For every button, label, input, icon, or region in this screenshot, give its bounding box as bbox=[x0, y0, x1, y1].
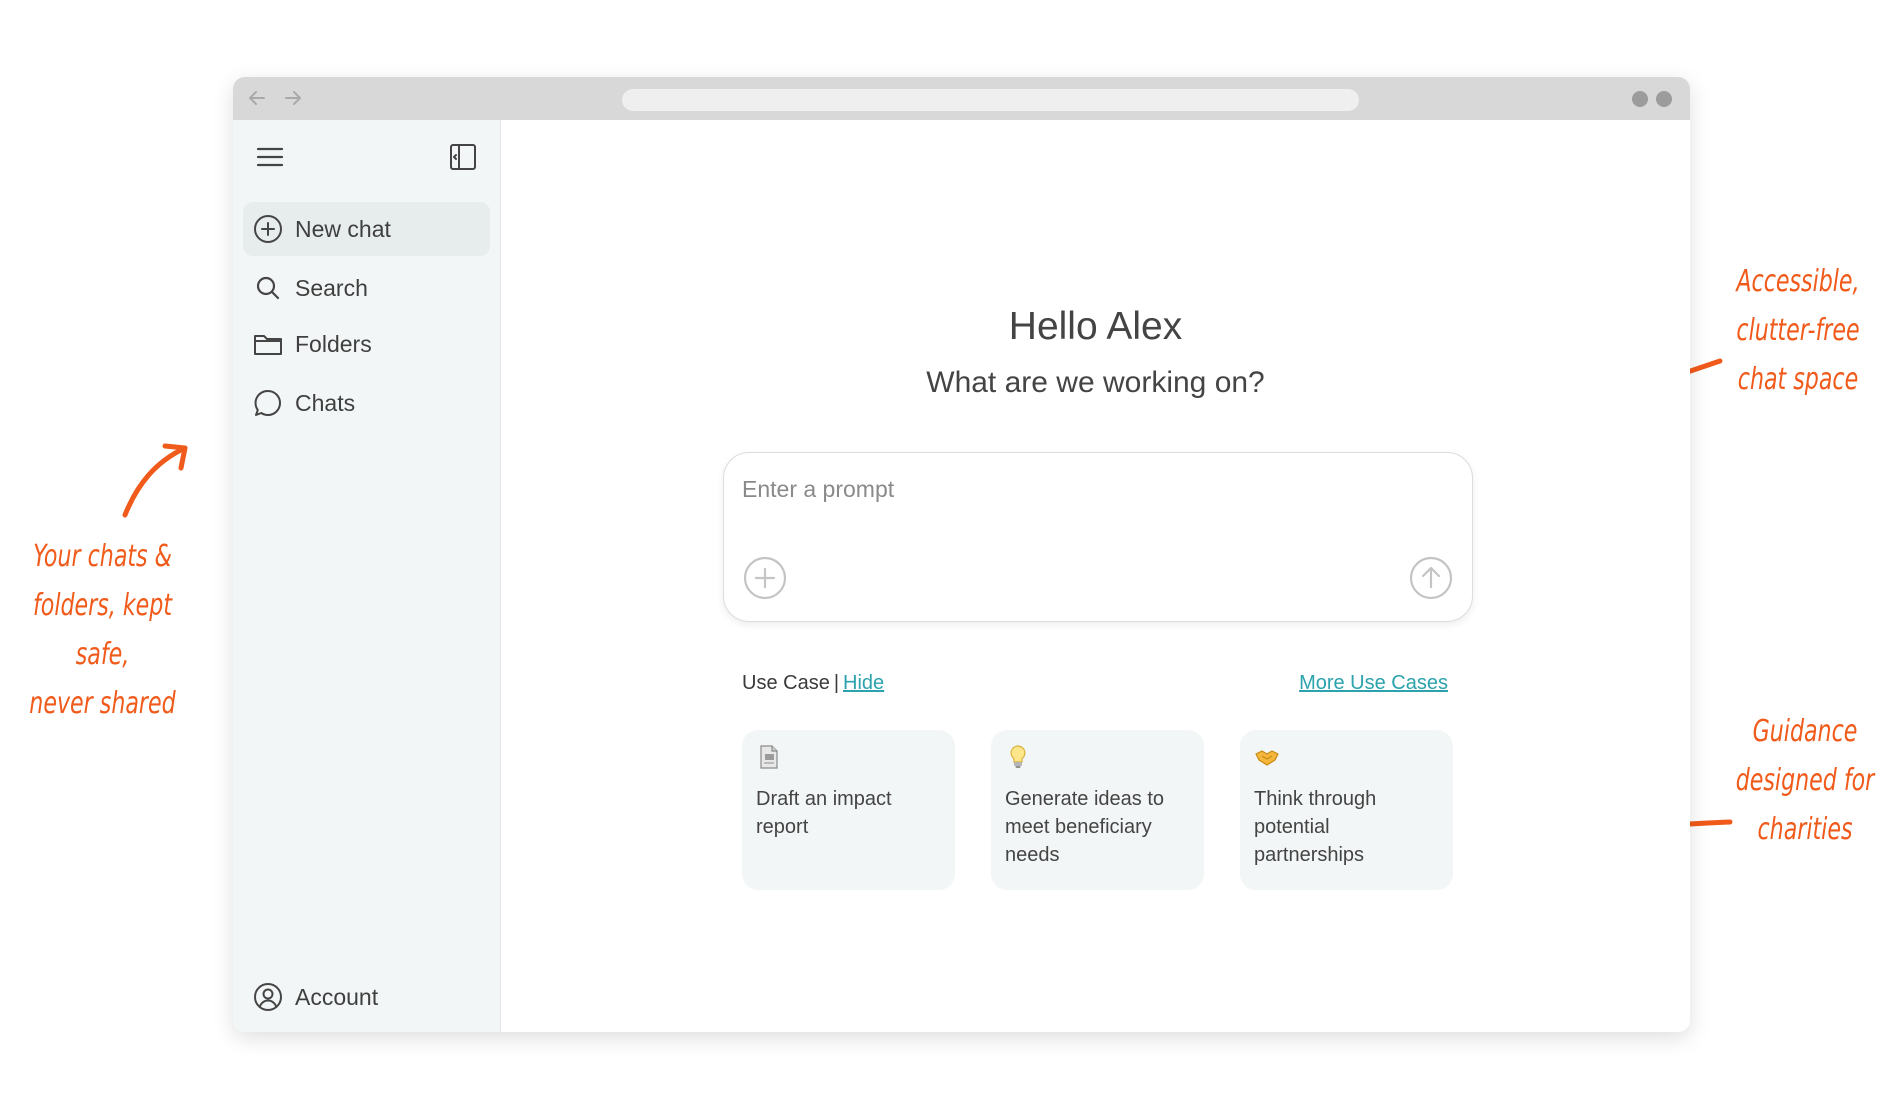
annotation-right-bottom-line-2: designed for bbox=[1735, 763, 1875, 798]
sidebar-item-label: Search bbox=[295, 274, 368, 301]
annotation-left-line-1: Your chats & bbox=[33, 539, 172, 574]
greeting-title: Hello Alex bbox=[1008, 305, 1183, 348]
greeting-subtitle: What are we working on? bbox=[926, 366, 1265, 399]
card-label: Think through potential partnerships bbox=[1254, 788, 1377, 866]
browser-toolbar bbox=[233, 77, 1690, 120]
annotation-right-bottom: Guidance designed for charities bbox=[1735, 707, 1875, 854]
handshake-emoji-icon bbox=[1255, 750, 1279, 766]
app-layout: New chat Search Folders Chats Account He… bbox=[233, 120, 1690, 1032]
lightbulb-emoji-icon bbox=[1010, 745, 1026, 768]
folder-icon bbox=[254, 335, 282, 355]
main-content: Hello Alex What are we working on? Use C… bbox=[501, 120, 1690, 1032]
sidebar-item-chats[interactable]: Chats bbox=[243, 376, 490, 430]
use-case-card-generate-ideas[interactable]: Generate ideas to meet beneficiary needs bbox=[991, 730, 1204, 890]
annotation-left: Your chats & folders, kept safe, never s… bbox=[18, 532, 186, 728]
use-case-label: Use Case bbox=[742, 672, 830, 694]
annotation-right-top-line-1: Accessible, bbox=[1736, 264, 1860, 299]
card-label: Draft an impact report bbox=[756, 788, 892, 838]
sidebar-collapse-icon[interactable] bbox=[448, 142, 478, 172]
add-attachment-icon[interactable] bbox=[742, 555, 788, 601]
address-bar[interactable] bbox=[622, 89, 1359, 111]
annotation-right-top-line-2: clutter-free bbox=[1736, 313, 1860, 348]
separator: | bbox=[833, 672, 840, 694]
annotation-right-top: Accessible, clutter-free chat space bbox=[1728, 257, 1867, 404]
back-arrow-icon[interactable] bbox=[245, 86, 269, 110]
card-label: Generate ideas to meet beneficiary needs bbox=[1005, 788, 1164, 866]
send-arrow-icon[interactable] bbox=[1408, 555, 1454, 601]
sidebar-item-label: Chats bbox=[295, 389, 356, 416]
prompt-input[interactable] bbox=[742, 469, 1442, 509]
hamburger-menu-icon[interactable] bbox=[255, 142, 285, 172]
document-emoji-icon bbox=[760, 745, 778, 769]
sidebar-item-label: Folders bbox=[295, 330, 372, 357]
use-case-cards: Draft an impact report Generate ideas to… bbox=[742, 730, 1453, 890]
sidebar-item-label: New chat bbox=[295, 215, 391, 242]
annotation-left-line-2: folders, kept safe, bbox=[33, 588, 172, 672]
more-use-cases-link[interactable]: More Use Cases bbox=[1299, 672, 1448, 695]
plus-circle-icon bbox=[254, 215, 282, 243]
browser-window: New chat Search Folders Chats Account He… bbox=[233, 77, 1690, 1032]
user-circle-icon bbox=[254, 983, 282, 1011]
window-dot bbox=[1632, 91, 1648, 107]
use-case-card-impact-report[interactable]: Draft an impact report bbox=[742, 730, 955, 890]
annotation-right-top-line-3: chat space bbox=[1737, 362, 1859, 397]
sidebar-item-new-chat[interactable]: New chat bbox=[243, 202, 490, 256]
page: Your chats & folders, kept safe, never s… bbox=[0, 0, 1902, 1096]
use-case-card-partnerships[interactable]: Think through potential partnerships bbox=[1240, 730, 1453, 890]
annotation-right-bottom-line-3: charities bbox=[1757, 812, 1853, 847]
annotation-right-bottom-line-1: Guidance bbox=[1752, 714, 1858, 749]
annotation-left-line-3: never shared bbox=[29, 686, 176, 721]
sidebar-item-search[interactable]: Search bbox=[243, 261, 490, 315]
chat-bubble-icon bbox=[254, 389, 281, 416]
sidebar: New chat Search Folders Chats Account bbox=[233, 120, 501, 1032]
sidebar-item-folders[interactable]: Folders bbox=[243, 317, 490, 371]
use-case-header: Use Case | Hide bbox=[742, 672, 884, 695]
hide-link[interactable]: Hide bbox=[843, 672, 884, 694]
account-label: Account bbox=[295, 983, 379, 1010]
search-icon bbox=[256, 276, 280, 300]
prompt-box bbox=[723, 452, 1473, 622]
forward-arrow-icon[interactable] bbox=[281, 86, 305, 110]
window-dot bbox=[1656, 91, 1672, 107]
annotation-left-arrow bbox=[122, 443, 188, 518]
sidebar-account[interactable]: Account bbox=[243, 970, 490, 1024]
